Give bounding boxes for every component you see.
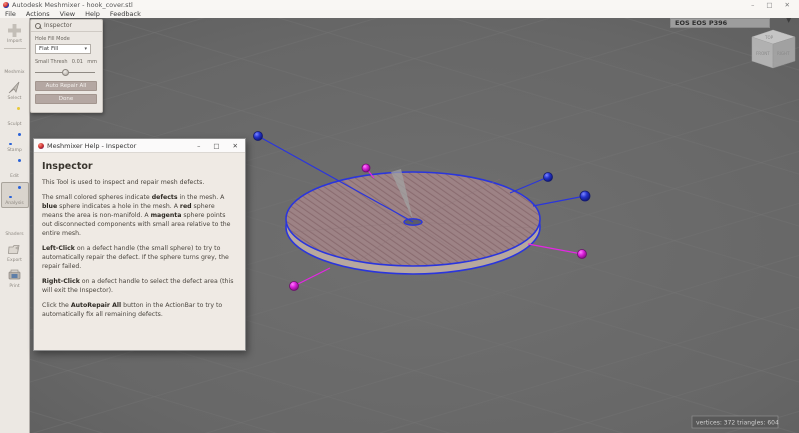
toolbar-item-print[interactable]: Print — [1, 266, 29, 290]
inspector-panel-title: Inspector — [44, 22, 72, 29]
help-dialog: Meshmixer Help - Inspector – □ ✕ Inspect… — [33, 138, 246, 351]
window-title: Autodesk Meshmixer - hook_cover.stl — [12, 1, 133, 9]
view-cube-top-label: TOP — [764, 35, 774, 40]
help-dialog-titlebar[interactable]: Meshmixer Help - Inspector – □ ✕ — [34, 139, 245, 153]
analysis-sphere-icon — [7, 185, 22, 200]
export-folder-icon — [7, 242, 22, 257]
small-thresh-label: Small Thresh — [35, 59, 68, 65]
help-heading: Inspector — [42, 161, 237, 172]
menu-file[interactable]: File — [5, 10, 16, 18]
toolbar-item-sculpt[interactable]: Sculpt — [1, 104, 29, 128]
defect-handle-magenta[interactable] — [290, 282, 299, 291]
maximize-button[interactable]: □ — [766, 1, 772, 9]
shaders-sphere-icon — [7, 216, 22, 231]
select-arrow-icon — [7, 80, 22, 95]
help-dialog-title: Meshmixer Help - Inspector — [47, 142, 136, 150]
import-plus-icon — [7, 23, 22, 38]
small-thresh-slider[interactable] — [35, 68, 95, 76]
help-paragraph: Right-Click on a defect handle to select… — [42, 278, 237, 296]
inspector-panel: Inspector Hole Fill Mode Flat Fill ▾ Sma… — [30, 19, 103, 113]
minimize-button[interactable]: – — [751, 1, 754, 9]
small-thresh-unit: mm — [87, 59, 97, 65]
view-cube[interactable]: TOP FRONT RIGHT — [752, 30, 795, 68]
close-button[interactable]: ✕ — [785, 1, 790, 9]
magnifier-icon — [35, 23, 41, 29]
menu-actions[interactable]: Actions — [26, 10, 50, 18]
defect-handle-blue[interactable] — [254, 132, 263, 141]
toolbar-item-export[interactable]: Export — [1, 240, 29, 264]
view-cube-front-label: FRONT — [756, 51, 770, 56]
help-paragraph: Left-Click on a defect handle (the small… — [42, 245, 237, 272]
hole-fill-mode-dropdown[interactable]: Flat Fill ▾ — [35, 44, 91, 54]
menubar: File Actions View Help Feedback — [0, 10, 799, 18]
hole-fill-mode-value: Flat Fill — [39, 46, 58, 52]
help-paragraph: The small colored spheres indicate defec… — [42, 194, 237, 239]
print-printer-icon — [7, 268, 22, 283]
done-button[interactable]: Done — [35, 94, 97, 104]
menu-feedback[interactable]: Feedback — [110, 10, 141, 18]
meshmixer-logo-icon — [3, 2, 9, 8]
small-thresh-value: 0.01 — [72, 59, 83, 65]
toolbar-divider — [4, 48, 26, 49]
help-paragraph: This Tool is used to inspect and repair … — [42, 179, 237, 188]
stamp-sphere-icon — [7, 132, 22, 147]
help-maximize-button[interactable]: □ — [213, 142, 219, 150]
sculpt-sphere-icon — [7, 106, 22, 121]
mesh-stats-text: vertices: 372 triangles: 604 — [696, 420, 779, 427]
defect-handle-blue[interactable] — [544, 173, 553, 182]
defect-handle-blue[interactable] — [580, 191, 590, 201]
meshmixer-logo-icon — [38, 143, 44, 149]
help-close-button[interactable]: ✕ — [233, 142, 238, 150]
menu-view[interactable]: View — [60, 10, 75, 18]
toolbar-item-analysis[interactable]: Analysis — [1, 182, 29, 208]
slider-thumb[interactable] — [62, 69, 69, 76]
menu-help[interactable]: Help — [85, 10, 100, 18]
auto-repair-all-button[interactable]: Auto Repair All — [35, 81, 97, 91]
inspector-panel-header[interactable]: Inspector — [31, 20, 102, 32]
toolbar-item-edit[interactable]: Edit — [1, 156, 29, 180]
chevron-down-icon: ▾ — [84, 46, 87, 52]
toolbar-item-import[interactable]: Import — [1, 21, 29, 45]
view-cube-right-label: RIGHT — [777, 51, 790, 56]
meshmix-sphere-icon — [7, 54, 22, 69]
help-paragraph: Click the AutoRepair All button in the A… — [42, 302, 237, 320]
statusbar: vertices: 372 triangles: 604 — [692, 416, 779, 428]
window-titlebar: Autodesk Meshmixer - hook_cover.stl – □ … — [0, 0, 799, 10]
toolbar-item-shaders[interactable]: Shaders — [1, 214, 29, 238]
printer-name: EOS EOS P396 — [675, 19, 727, 27]
hole-fill-mode-label: Hole Fill Mode — [35, 36, 98, 42]
help-minimize-button[interactable]: – — [197, 142, 200, 150]
toolbar-item-meshmix[interactable]: Meshmix — [1, 52, 29, 76]
defect-handle-magenta[interactable] — [362, 164, 370, 172]
toolbar-item-select[interactable]: Select — [1, 78, 29, 102]
tool-sidebar: Import Meshmix Select Sculpt Stamp Edit … — [0, 18, 30, 433]
toolbar-item-stamp[interactable]: Stamp — [1, 130, 29, 154]
edit-sphere-icon — [7, 158, 22, 173]
defect-handle-magenta[interactable] — [578, 250, 587, 259]
printer-selector[interactable]: EOS EOS P396 — [670, 18, 770, 28]
